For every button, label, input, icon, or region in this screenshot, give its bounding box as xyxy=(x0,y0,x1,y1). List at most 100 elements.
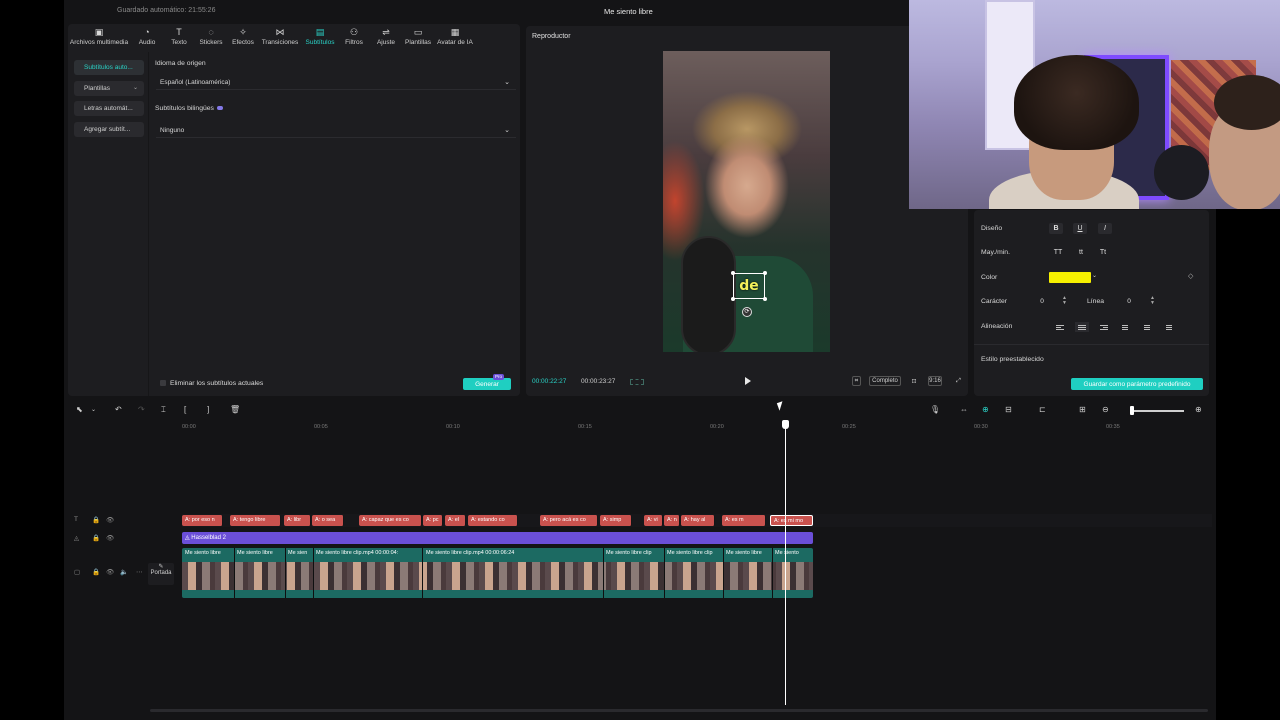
resize-handle[interactable] xyxy=(763,297,767,301)
microphone-icon[interactable]: 🎙 xyxy=(930,405,940,415)
tool-adjust[interactable]: ⇌ Ajuste xyxy=(370,24,402,52)
zoom-slider[interactable] xyxy=(1134,410,1184,412)
tool-effects[interactable]: ✧ Efectos xyxy=(228,24,258,52)
italic-button[interactable]: I xyxy=(1098,223,1112,234)
case-upper-button[interactable]: TT xyxy=(1051,247,1065,258)
full-quality-button[interactable]: Completo xyxy=(869,376,901,386)
caption-clip[interactable]: A: pero acá es co xyxy=(540,515,598,526)
remove-existing-checkbox[interactable] xyxy=(160,380,166,386)
save-preset-button[interactable]: Guardar como parámetro predefinido xyxy=(1071,378,1203,390)
lock-icon[interactable]: 🔒 xyxy=(92,534,100,542)
select-tool-icon[interactable]: ⬉ xyxy=(76,405,83,415)
caption-clip[interactable]: A: hay al xyxy=(681,515,715,526)
bilingual-select[interactable]: Ninguno ⌄ xyxy=(156,123,516,138)
timeline-ruler[interactable]: 00:00 00:05 00:10 00:15 00:20 00:25 00:3… xyxy=(150,420,1216,432)
tool-text[interactable]: T Texto xyxy=(164,24,194,52)
nav-auto-subtitles[interactable]: Subtítulos auto... xyxy=(74,60,144,75)
eye-icon[interactable]: 👁 xyxy=(106,568,114,576)
vertical-align-top-icon[interactable] xyxy=(1119,322,1133,332)
snap-icon[interactable]: ⊟ xyxy=(1005,405,1012,415)
bold-button[interactable]: B xyxy=(1049,223,1063,234)
audio-mute-icon[interactable]: 🔈 xyxy=(120,568,128,576)
more-icon[interactable]: ⋯ xyxy=(136,568,143,576)
lock-icon[interactable]: 🔒 xyxy=(92,568,100,576)
eye-icon[interactable]: 👁 xyxy=(106,534,114,542)
caption-clip[interactable]: A: el xyxy=(445,515,466,526)
line-spacing-input[interactable]: 0 xyxy=(1114,296,1144,307)
zoom-slider-handle[interactable] xyxy=(1130,406,1134,415)
vertical-align-middle-icon[interactable] xyxy=(1141,322,1155,332)
lock-icon[interactable]: 🔒 xyxy=(92,516,100,524)
stepper-icon[interactable]: ▲ ▼ xyxy=(1150,296,1155,306)
redo-icon[interactable]: ↷ xyxy=(138,405,145,415)
resize-handle[interactable] xyxy=(731,297,735,301)
snapshot-icon[interactable]: ⊡ xyxy=(909,376,919,386)
align-right-icon[interactable] xyxy=(1097,322,1111,332)
align-center-icon[interactable] xyxy=(1075,322,1089,332)
zoom-out-icon[interactable]: ⊖ xyxy=(1102,405,1109,415)
align-left-icon[interactable] xyxy=(1053,322,1067,332)
character-spacing-input[interactable]: 0 xyxy=(1027,296,1057,307)
stepper-icon[interactable]: ▲ ▼ xyxy=(1062,296,1067,306)
delete-icon[interactable]: 🗑 xyxy=(230,405,240,415)
case-title-button[interactable]: Tt xyxy=(1096,247,1110,258)
split-icon[interactable]: ⌶ xyxy=(161,405,166,415)
tool-subtitles[interactable]: ▤ Subtítulos xyxy=(302,24,338,52)
generate-button[interactable]: Generar xyxy=(463,378,511,390)
zoom-in-icon[interactable]: ⊕ xyxy=(1195,405,1202,415)
tool-stickers[interactable]: ◌ Stickers xyxy=(194,24,228,52)
playhead-handle[interactable] xyxy=(782,420,789,429)
caption-clip-selected[interactable]: A: es mi mo xyxy=(770,515,813,526)
chevron-down-icon[interactable]: ⌄ xyxy=(1092,272,1097,279)
caption-clip[interactable]: A: o sea xyxy=(312,515,344,526)
chevron-down-icon[interactable]: ⌄ xyxy=(91,405,96,415)
tool-ai-avatar[interactable]: ▦ Avatar de IA xyxy=(434,24,476,52)
caption-clip[interactable]: A: simp xyxy=(600,515,632,526)
rotate-icon[interactable]: ⟳ xyxy=(742,307,752,317)
magnet-icon[interactable]: ⊕ xyxy=(982,405,989,415)
timecode-icon[interactable] xyxy=(630,379,644,385)
split-screen-icon[interactable]: ⊏ xyxy=(1039,405,1046,415)
tool-audio[interactable]: ◔ Audio xyxy=(130,24,164,52)
caption-clip[interactable]: A: por eso n xyxy=(182,515,223,526)
cover-button[interactable]: ✎ Portada xyxy=(148,563,174,585)
caption-clip[interactable]: A: tengo libre xyxy=(230,515,281,526)
nav-templates[interactable]: Plantillas ⌄ xyxy=(74,80,144,96)
crop-icon[interactable]: ⌗ xyxy=(852,376,861,386)
caption-clip[interactable]: A: libr xyxy=(284,515,311,526)
caption-clip[interactable]: A: vi xyxy=(644,515,663,526)
fullscreen-icon[interactable]: ⤢ xyxy=(954,376,963,386)
caption-clip[interactable]: A: estando co xyxy=(468,515,518,526)
resize-handle[interactable] xyxy=(731,271,735,275)
preview-axis-icon[interactable]: ⊞ xyxy=(1079,405,1086,415)
color-swatch[interactable] xyxy=(1049,272,1091,283)
caption-clip[interactable]: A: capaz que es co xyxy=(359,515,422,526)
case-lower-button[interactable]: tt xyxy=(1074,247,1088,258)
video-track[interactable]: Me siento libre Me siento libre Me sien … xyxy=(182,548,813,598)
caption-clip[interactable]: A: es m xyxy=(722,515,766,526)
tool-transitions[interactable]: ⋈ Transiciones xyxy=(258,24,302,52)
eye-icon[interactable]: 👁 xyxy=(106,516,114,524)
source-language-select[interactable]: Español (Latinoamérica) ⌄ xyxy=(156,75,516,90)
caption-clip[interactable]: A: pc xyxy=(423,515,443,526)
effect-clip[interactable]: ◬ Hasselblad 2 xyxy=(182,532,813,544)
undo-icon[interactable]: ↶ xyxy=(115,405,122,415)
aspect-ratio-button[interactable]: 9:16 xyxy=(928,376,942,386)
tool-media[interactable]: ▣ Archivos multimedia xyxy=(68,24,130,52)
keyframe-icon[interactable]: ◇ xyxy=(1188,272,1193,280)
trim-left-icon[interactable]: [ xyxy=(184,405,186,415)
playhead[interactable] xyxy=(785,420,786,705)
caption-selection-box[interactable]: de xyxy=(731,271,767,301)
tool-templates[interactable]: ▭ Plantillas xyxy=(402,24,434,52)
nav-auto-lyrics[interactable]: Letras automát... xyxy=(74,101,144,116)
vertical-align-bottom-icon[interactable] xyxy=(1163,322,1177,332)
play-button[interactable] xyxy=(745,377,751,385)
tool-filters[interactable]: ⚇ Filtros xyxy=(338,24,370,52)
link-icon[interactable]: ⇔ xyxy=(960,405,968,415)
timeline-scrollbar[interactable] xyxy=(150,709,1208,712)
resize-handle[interactable] xyxy=(763,271,767,275)
trim-right-icon[interactable]: ] xyxy=(207,405,209,415)
video-preview[interactable]: de ⟳ xyxy=(663,51,830,352)
caption-clip[interactable]: A: n xyxy=(664,515,680,526)
underline-button[interactable]: U xyxy=(1073,223,1087,234)
